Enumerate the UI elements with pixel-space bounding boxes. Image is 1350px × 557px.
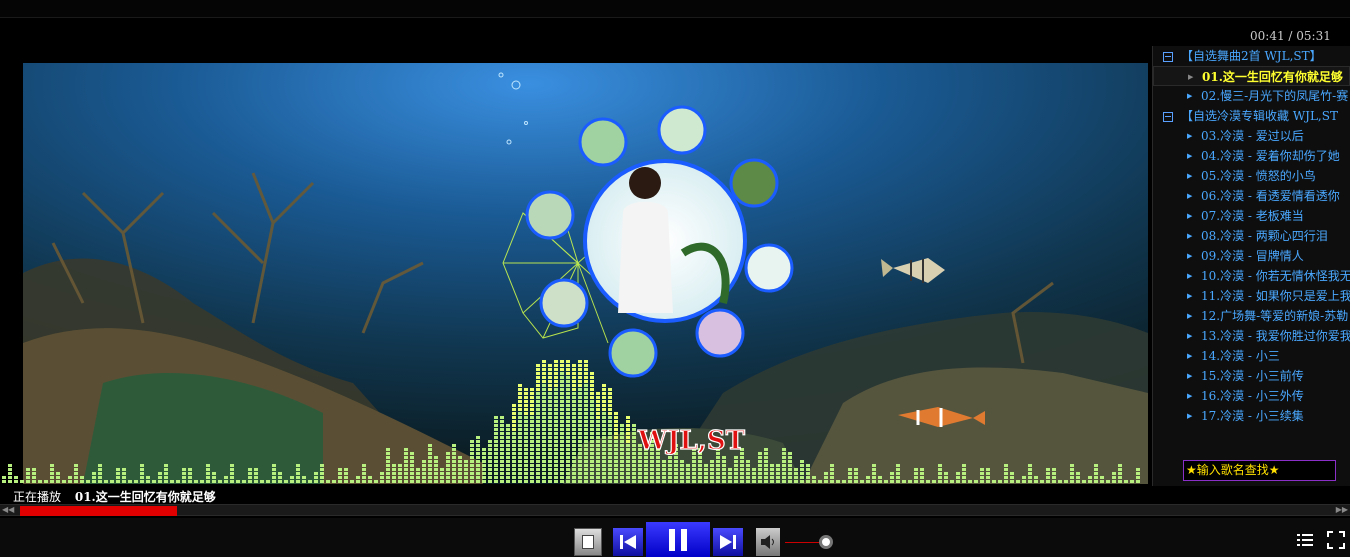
background-scene [23,63,1148,484]
bullet-icon: ▶ [1187,312,1193,320]
volume-button[interactable] [756,528,780,556]
playlist-item[interactable]: ▶ 16.冷漠 - 小三外传 [1153,386,1350,406]
pause-button[interactable] [646,522,710,557]
playlist-item[interactable]: ▶ 14.冷漠 - 小三 [1153,346,1350,366]
playlist-row-label: 02.慢三-月光下的凤尾竹-赛 [1201,89,1349,103]
stop-icon [582,535,594,549]
playlist-item[interactable]: ▶ 07.冷漠 - 老板难当 [1153,206,1350,226]
playlist-item[interactable]: ▶ 05.冷漠 - 愤怒的小鸟 [1153,166,1350,186]
playlist-row-label: 09.冷漠 - 冒牌情人 [1201,249,1304,263]
bullet-icon: ▶ [1187,232,1193,240]
playlist-item[interactable]: ▶ 11.冷漠 - 如果你只是爱上我 [1153,286,1350,306]
playlist-row-label: 07.冷漠 - 老板难当 [1201,209,1304,223]
bullet-icon: ▶ [1187,292,1193,300]
bullet-icon: ▶ [1187,92,1193,100]
playlist-item[interactable]: ▶ 17.冷漠 - 小三续集 [1153,406,1350,426]
playlist-row-label: 【自选舞曲2首 WJL,ST】 [1181,49,1322,63]
collapse-toggle-icon[interactable] [1163,52,1173,62]
previous-track-icon [620,535,636,549]
bullet-icon: ▶ [1187,272,1193,280]
playlist-toggle-button[interactable] [1296,530,1314,550]
time-display: 00:41 / 05:31 [1250,29,1331,43]
now-playing-label: 正在播放 [13,490,62,504]
playlist-group[interactable]: 【自选舞曲2首 WJL,ST】 [1153,46,1350,66]
playlist-row-label: 14.冷漠 - 小三 [1201,349,1280,363]
bullet-icon: ▶ [1187,132,1193,140]
previous-button[interactable] [613,528,643,556]
playlist-item[interactable]: ▶ 03.冷漠 - 爱过以后 [1153,126,1350,146]
bullet-icon: ▶ [1187,332,1193,340]
playlist-item[interactable]: ▶ 01.这一生回忆有你就足够 [1153,66,1350,86]
visualization-stage [23,63,1148,484]
song-search-input[interactable]: ★输入歌名查找★ [1183,460,1336,481]
stop-button[interactable] [574,528,602,556]
bullet-icon: ▶ [1187,252,1193,260]
title-bar [0,0,1350,18]
fullscreen-button[interactable] [1326,530,1346,550]
bullet-icon: ▶ [1187,352,1193,360]
progress-fill [20,506,177,516]
playlist-item[interactable]: ▶ 08.冷漠 - 两颗心四行泪 [1153,226,1350,246]
playlist-item[interactable]: ▶ 15.冷漠 - 小三前传 [1153,366,1350,386]
playlist-item[interactable]: ▶ 13.冷漠 - 我爱你胜过你爱我 [1153,326,1350,346]
now-playing-bar: 正在播放 01.这一生回忆有你就足够 [13,488,216,505]
playlist-item[interactable]: ▶ 06.冷漠 - 看透爱情看透你 [1153,186,1350,206]
playlist-row-label: 【自选冷漠专辑收藏 WJL,ST [1181,109,1338,123]
watermark-text: WJL,ST [637,426,746,455]
playback-controls [0,518,1350,557]
bullet-icon: ▶ [1187,412,1193,420]
progress-bar[interactable]: ◀◀ ▶▶ [0,504,1350,516]
watermark-logo: WJL,ST [636,425,746,455]
playlist-item[interactable]: ▶ 10.冷漠 - 你若无情休怪我无 [1153,266,1350,286]
playlist-list: 【自选舞曲2首 WJL,ST】 ▶ 01.这一生回忆有你就足够 ▶ 02.慢三-月光下的… [1153,46,1350,426]
playlist-row-label: 08.冷漠 - 两颗心四行泪 [1201,229,1328,243]
playlist-row-label: 03.冷漠 - 爱过以后 [1201,129,1304,143]
playlist-row-label: 12.广场舞-等爱的新娘-苏勒 [1201,309,1349,323]
now-playing-title: 01.这一生回忆有你就足够 [74,490,216,504]
next-button[interactable] [713,528,743,556]
playlist-row-label: 13.冷漠 - 我爱你胜过你爱我 [1201,329,1350,343]
playlist-group[interactable]: 【自选冷漠专辑收藏 WJL,ST [1153,106,1350,126]
speaker-icon [761,535,774,549]
playlist-item[interactable]: ▶ 04.冷漠 - 爱着你却伤了她 [1153,146,1350,166]
volume-slider-knob[interactable] [819,535,833,549]
music-player-window: 00:41 / 05:31 正在播放 01.这一生回忆有你就足够 ◀◀ ▶▶ 【… [0,0,1350,557]
fullscreen-icon [1327,531,1345,549]
collapse-toggle-icon[interactable] [1163,112,1173,122]
bullet-icon: ▶ [1187,212,1193,220]
playlist-row-label: 15.冷漠 - 小三前传 [1201,369,1304,383]
playlist-row-label: 10.冷漠 - 你若无情休怪我无 [1201,269,1350,283]
playlist-row-label: 06.冷漠 - 看透爱情看透你 [1201,189,1340,203]
playlist-row-label: 05.冷漠 - 愤怒的小鸟 [1201,169,1316,183]
seek-left-icon[interactable]: ◀◀ [2,505,22,515]
playlist-item[interactable]: ▶ 02.慢三-月光下的凤尾竹-赛 [1153,86,1350,106]
playlist-row-label: 11.冷漠 - 如果你只是爱上我 [1201,289,1350,303]
playlist-panel: 【自选舞曲2首 WJL,ST】 ▶ 01.这一生回忆有你就足够 ▶ 02.慢三-月光下的… [1152,46,1350,486]
bullet-icon: ▶ [1187,192,1193,200]
playlist-row-label: 16.冷漠 - 小三外传 [1201,389,1304,403]
bullet-icon: ▶ [1187,172,1193,180]
bullet-icon: ▶ [1187,372,1193,380]
playlist-item[interactable]: ▶ 09.冷漠 - 冒牌情人 [1153,246,1350,266]
playlist-item[interactable]: ▶ 12.广场舞-等爱的新娘-苏勒 [1153,306,1350,326]
playlist-row-label: 01.这一生回忆有你就足够 [1202,70,1343,84]
bullet-icon: ▶ [1188,72,1194,81]
playlist-row-label: 04.冷漠 - 爱着你却伤了她 [1201,149,1340,163]
seek-right-icon[interactable]: ▶▶ [1328,505,1348,515]
list-icon [1297,534,1313,546]
next-track-icon [720,535,736,549]
playlist-row-label: 17.冷漠 - 小三续集 [1201,409,1304,423]
bullet-icon: ▶ [1187,152,1193,160]
pause-icon [669,528,687,551]
bullet-icon: ▶ [1187,392,1193,400]
